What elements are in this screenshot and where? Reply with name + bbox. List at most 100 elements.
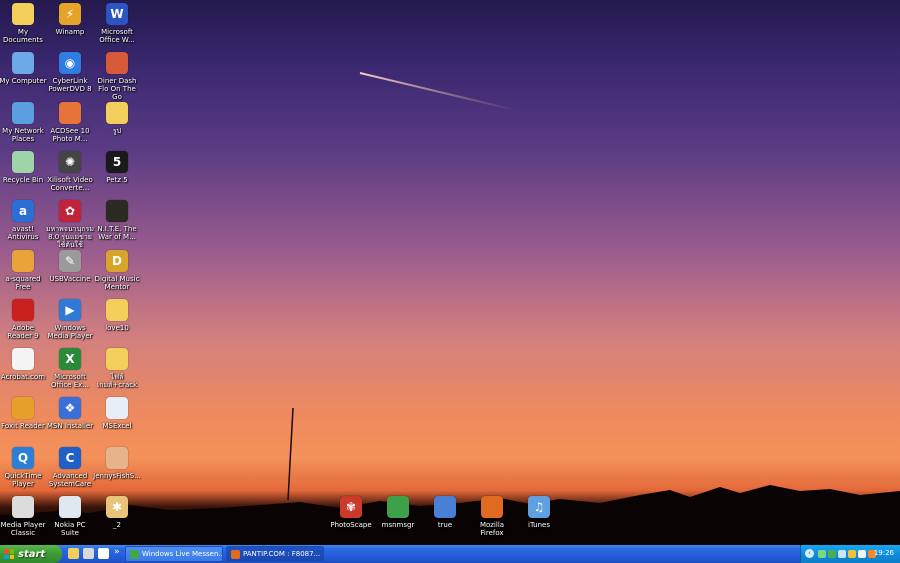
desktop-icon-label: Digital Music Mentor xyxy=(94,274,140,291)
desktop-icon[interactable]: Nokia PC Suite xyxy=(46,496,94,537)
desktop-icon[interactable]: Acrobat.com xyxy=(0,348,47,381)
taskbar-button[interactable]: PANTIP.COM : F8087... xyxy=(226,546,324,562)
document-icon xyxy=(106,397,128,420)
desktop-icon-label: _2 xyxy=(113,521,121,529)
desktop-icon-label: CyberLink PowerDVD 8 xyxy=(48,77,92,94)
tray-shield-icon[interactable] xyxy=(848,550,856,558)
desktop-icon[interactable]: Media Player Classic xyxy=(0,496,47,537)
computer-icon xyxy=(12,52,34,75)
avast-icon: a xyxy=(12,200,34,223)
desktop[interactable]: My Documents My Computer My Network Places… xyxy=(0,0,900,545)
desktop-icon-label: My Computer xyxy=(0,77,47,86)
taskbar: start » Windows Live Messen... PANTIP.COM… xyxy=(0,545,900,563)
acrobat-icon xyxy=(12,348,34,371)
ql-edit-icon[interactable] xyxy=(98,548,109,559)
desktop-icon[interactable]: a-squared Free xyxy=(0,249,47,291)
desktop-icon[interactable]: 5 Petz 5 xyxy=(93,150,141,184)
a-squared-icon xyxy=(12,249,34,272)
excel-icon: X xyxy=(59,348,81,371)
tray-expand-icon[interactable]: ‹ xyxy=(805,549,814,558)
desktop-icon[interactable]: ⚡ Winamp xyxy=(46,3,94,36)
desktop-icon-label: มหาพจนานุกรม 8.0 รุ่นแม่ข่ายใช้ต้นใช้ xyxy=(46,225,94,250)
desktop-icon-label: รูป xyxy=(112,126,122,135)
desktop-icon[interactable]: a avast! Antivirus xyxy=(0,200,47,241)
desktop-icon[interactable]: D Digital Music Mentor xyxy=(93,249,141,291)
desktop-icon[interactable]: Adobe Reader 9 xyxy=(0,298,47,340)
wmp-icon: ▶ xyxy=(59,298,81,321)
msn-buddies-icon xyxy=(387,496,409,518)
desktop-icon[interactable]: C Advanced SystemCare xyxy=(46,446,94,488)
tray-monitor-icon[interactable] xyxy=(838,550,846,558)
desktop-icon-label: Petz 5 xyxy=(106,175,128,184)
clock[interactable]: 19:26 xyxy=(874,549,894,557)
powerdvd-icon: ◉ xyxy=(59,52,81,75)
desktop-icon[interactable]: Diner Dash Flo On The Go xyxy=(93,52,141,101)
desktop-icon[interactable]: ♫ iTunes xyxy=(515,496,563,529)
desktop-icon[interactable]: ไฟล์เกมส์+crack xyxy=(93,348,141,389)
usb-vaccine-icon: ✎ xyxy=(59,249,81,272)
desktop-icon-label: iTunes xyxy=(528,521,550,529)
desktop-icon[interactable]: My Network Places xyxy=(0,101,47,143)
nite-game-icon xyxy=(106,200,128,223)
desktop-icon[interactable]: ✱ _2 xyxy=(93,496,141,529)
desktop-icon[interactable]: ✺ Xilisoft Video Converte... xyxy=(46,150,94,192)
desktop-icon[interactable]: ✎ USBVaccine xyxy=(46,249,94,283)
adobe-reader-icon xyxy=(12,298,34,321)
itunes-icon: ♫ xyxy=(528,496,550,518)
desktop-icon[interactable]: true xyxy=(421,496,469,529)
desktop-icon[interactable]: Foxit Reader xyxy=(0,397,47,430)
desktop-icon[interactable]: ◉ CyberLink PowerDVD 8 xyxy=(46,52,94,93)
msn-messenger-icon xyxy=(130,549,139,559)
ql-folder-icon[interactable] xyxy=(68,548,79,559)
start-button[interactable]: start xyxy=(0,545,62,563)
desktop-icon[interactable]: My Documents xyxy=(0,3,47,44)
desktop-icon[interactable]: ✿ มหาพจนานุกรม 8.0 รุ่นแม่ข่ายใช้ต้นใช้ xyxy=(46,200,94,249)
desktop-icon[interactable]: Recycle Bin xyxy=(0,150,47,184)
desktop-icon-label: My Documents xyxy=(3,28,43,44)
desktop-icon[interactable]: รูป xyxy=(93,101,141,135)
desktop-icon-label: ไฟล์เกมส์+crack xyxy=(96,373,138,390)
desktop-icon-label: Foxit Reader xyxy=(1,422,45,431)
system-tray: ‹ 19:26 xyxy=(800,545,900,563)
desktop-icon[interactable]: My Computer xyxy=(0,52,47,85)
desktop-icon[interactable]: ❖ MSN Installer xyxy=(46,397,94,430)
desktop-icon-label: Xilisoft Video Converte... xyxy=(47,175,93,192)
quick-launch-more-button[interactable]: » xyxy=(114,547,120,557)
network-icon xyxy=(12,101,34,124)
desktop-icon-label: Microsoft Office Ex... xyxy=(51,373,89,390)
taskbar-button[interactable]: Windows Live Messen... xyxy=(125,546,223,562)
desktop-icon[interactable]: ▶ Windows Media Player xyxy=(46,298,94,340)
word-icon: W xyxy=(106,3,128,25)
desktop-icon-label: MSN Installer xyxy=(46,422,94,431)
desktop-icon-label: true xyxy=(437,521,453,529)
desktop-icon[interactable]: W Microsoft Office W... xyxy=(93,3,141,44)
folder-icon xyxy=(106,298,128,321)
tray-network-icon[interactable] xyxy=(818,550,826,558)
desktop-icon[interactable]: X Microsoft Office Ex... xyxy=(46,348,94,389)
tray-volume-icon[interactable] xyxy=(858,550,866,558)
start-label: start xyxy=(18,548,46,560)
desktop-icon-label: Nokia PC Suite xyxy=(54,521,86,537)
recycle-bin-icon xyxy=(12,150,34,173)
desktop-icon[interactable]: N.I.T.E. The War of M... xyxy=(93,200,141,241)
desktop-icon[interactable]: msnmsgr xyxy=(374,496,422,529)
quicktime-icon: Q xyxy=(12,446,34,469)
tray-msn-icon[interactable] xyxy=(828,550,836,558)
photoscape-icon: ✾ xyxy=(340,496,362,518)
desktop-icon[interactable]: Mozilla Firefox xyxy=(468,496,516,537)
desktop-icon[interactable]: MSExcel xyxy=(93,397,141,430)
desktop-icon-label: ACDSee 10 Photo M... xyxy=(50,126,90,143)
desktop-icon[interactable]: JennysFishS... xyxy=(93,446,141,480)
true-icon xyxy=(434,496,456,518)
desktop-icon-label: avast! Antivirus xyxy=(7,225,39,242)
acdsee-icon xyxy=(59,101,81,124)
desktop-icon[interactable]: ACDSee 10 Photo M... xyxy=(46,101,94,143)
taskbar-button-label: PANTIP.COM : F8087... xyxy=(243,550,321,558)
taskbar-button-label: Windows Live Messen... xyxy=(142,550,223,558)
desktop-icon[interactable]: ✾ PhotoScape xyxy=(327,496,375,529)
ql-media-icon[interactable] xyxy=(83,548,94,559)
desktop-icon[interactable]: love10 xyxy=(93,298,141,332)
desktop-icon[interactable]: Q QuickTime Player xyxy=(0,446,47,488)
desktop-icon-label: love10 xyxy=(105,323,129,332)
desktop-icon-label: Diner Dash Flo On The Go xyxy=(97,77,137,102)
